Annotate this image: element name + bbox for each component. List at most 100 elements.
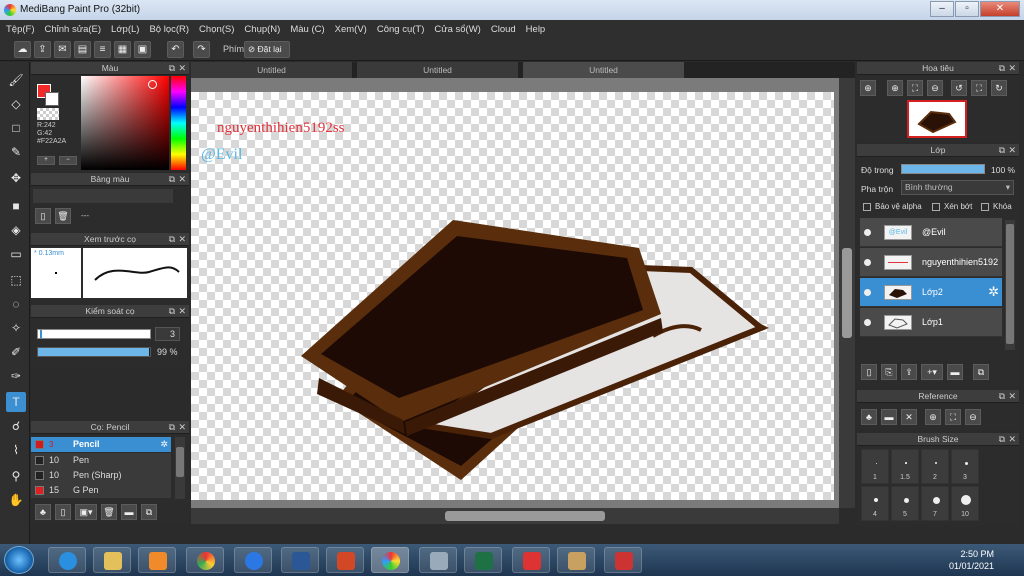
navigator-thumbnail[interactable]: [907, 100, 967, 138]
menu-color[interactable]: Màu (C): [290, 24, 324, 35]
horizontal-scroll-thumb[interactable]: [445, 511, 605, 521]
undock-icon[interactable]: ⧉: [169, 305, 175, 317]
close-reference-icon[interactable]: ✕: [901, 409, 917, 425]
folder-icon[interactable]: ▬: [121, 504, 137, 520]
undock-icon[interactable]: ⧉: [999, 390, 1005, 402]
tab-document-1[interactable]: Untitled: [191, 62, 353, 78]
zoom-in-icon[interactable]: ⊕: [887, 80, 903, 96]
rotate-right-icon[interactable]: ↻: [991, 80, 1007, 96]
select-eraser-tool-icon[interactable]: ✑: [6, 366, 26, 386]
menu-filter[interactable]: Bộ lọc(R): [149, 24, 189, 35]
cloud-icon[interactable]: ☁: [14, 41, 31, 58]
undo-icon[interactable]: ↶: [167, 41, 184, 58]
reset-button[interactable]: ⊘ Đặt lại: [244, 41, 290, 58]
select-rect-tool-icon[interactable]: ⬚: [6, 270, 26, 290]
frame-icon[interactable]: ▣: [134, 41, 151, 58]
excel-taskbar-icon[interactable]: [464, 547, 502, 573]
layer-row-selected[interactable]: Lớp2 ✲: [860, 278, 1002, 307]
menu-view[interactable]: Xem(V): [335, 24, 367, 35]
new-layer-copy-icon[interactable]: ⎘: [881, 364, 897, 380]
word-taskbar-icon[interactable]: [281, 547, 319, 573]
layer-visibility-icon[interactable]: [864, 259, 871, 266]
hue-slider[interactable]: [171, 76, 186, 170]
lasso-tool-icon[interactable]: ◌: [6, 294, 26, 314]
panel-close-icon[interactable]: ✕: [1008, 144, 1016, 156]
redo-icon[interactable]: ↷: [193, 41, 210, 58]
menu-help[interactable]: Help: [526, 24, 546, 35]
panel-close-icon[interactable]: ✕: [1008, 62, 1016, 74]
canvas-vertical-scrollbar[interactable]: [839, 78, 855, 508]
fill-rect-tool-icon[interactable]: ■: [6, 196, 26, 216]
background-color-swatch[interactable]: [45, 92, 59, 106]
protect-alpha-checkbox[interactable]: [863, 203, 871, 211]
brush-size-cell[interactable]: 10: [951, 486, 979, 521]
eyedropper-tool-icon[interactable]: ⚲: [6, 466, 26, 486]
brush-size-cell[interactable]: 4: [861, 486, 889, 521]
brush-item[interactable]: 10 Pen: [31, 453, 171, 468]
brush-size-input[interactable]: 3: [155, 327, 180, 341]
open-folder-icon[interactable]: ▬: [881, 409, 897, 425]
layer-row[interactable]: @Evil @Evil: [860, 218, 1002, 247]
text-tool-icon[interactable]: T: [6, 392, 26, 412]
layer-row[interactable]: nguyenthihien5192: [860, 248, 1002, 277]
magic-wand-tool-icon[interactable]: ✧: [6, 318, 26, 338]
brush-item[interactable]: 3 Pencil ✲: [31, 437, 171, 452]
brush-item[interactable]: 15 G Pen: [31, 483, 171, 498]
brush-item[interactable]: 10 Pen (Sharp): [31, 468, 171, 483]
panel-close-icon[interactable]: ✕: [1008, 433, 1016, 445]
app-taskbar-icon[interactable]: [512, 547, 550, 573]
zoom-out-icon[interactable]: ⊖: [927, 80, 943, 96]
maximize-button[interactable]: ▫: [955, 1, 979, 17]
panel-close-icon[interactable]: ✕: [178, 305, 186, 317]
zoom-out-icon[interactable]: ⊖: [965, 409, 981, 425]
undock-icon[interactable]: ⧉: [169, 62, 175, 74]
system-clock[interactable]: 2:50 PM 01/01/2021: [949, 548, 994, 572]
transparent-swatch[interactable]: [37, 108, 59, 120]
gradient-tool-icon[interactable]: ▭: [6, 244, 26, 264]
speaker-taskbar-icon[interactable]: [604, 547, 642, 573]
brush-size-cell[interactable]: 3: [951, 449, 979, 484]
brush-menu-icon[interactable]: ▣▾: [75, 504, 97, 520]
gear-icon[interactable]: ✲: [988, 284, 999, 300]
close-button[interactable]: ✕: [980, 1, 1020, 17]
drawing-canvas[interactable]: nguyenthihien5192ss @Evil: [191, 92, 834, 500]
tab-document-3[interactable]: Untitled: [523, 62, 685, 78]
panel-close-icon[interactable]: ✕: [178, 233, 186, 245]
color-sv-picker[interactable]: [81, 76, 169, 170]
brush-opacity-slider[interactable]: [37, 347, 151, 357]
zoom-in-icon[interactable]: ⊕: [860, 80, 876, 96]
color-remove-button[interactable]: −: [59, 156, 77, 165]
new-layer-icon[interactable]: ▯: [861, 364, 877, 380]
pen-tool-icon[interactable]: ✎: [6, 142, 26, 162]
panel-close-icon[interactable]: ✕: [178, 173, 186, 185]
reset-view-icon[interactable]: ⛶: [971, 80, 987, 96]
menu-cloud[interactable]: Cloud: [491, 24, 516, 35]
layer-row[interactable]: Lớp1: [860, 308, 1002, 337]
panel-close-icon[interactable]: ✕: [178, 62, 186, 74]
layer-visibility-icon[interactable]: [864, 289, 871, 296]
fit-icon[interactable]: ⛶: [945, 409, 961, 425]
brush-size-cell[interactable]: 1: [861, 449, 889, 484]
reference-cloud-icon[interactable]: ♣: [861, 409, 877, 425]
select-pen-tool-icon[interactable]: ✐: [6, 342, 26, 362]
chat-icon[interactable]: ✉: [54, 41, 71, 58]
rotate-left-icon[interactable]: ↺: [951, 80, 967, 96]
undock-icon[interactable]: ⧉: [169, 233, 175, 245]
canvas-horizontal-scrollbar[interactable]: [191, 508, 839, 524]
start-button[interactable]: [4, 546, 34, 574]
comment-icon[interactable]: ▤: [74, 41, 91, 58]
delete-palette-icon[interactable]: 🗑: [55, 208, 71, 224]
dropper-tool-icon[interactable]: ⌇: [6, 440, 26, 460]
paint-taskbar-icon[interactable]: [557, 547, 595, 573]
list-icon[interactable]: ≡: [94, 41, 111, 58]
gear-icon[interactable]: ✲: [160, 437, 168, 452]
menu-window[interactable]: Cửa sổ(W): [434, 24, 480, 35]
add-brush-cloud-icon[interactable]: ♣: [35, 504, 51, 520]
duplicate-icon[interactable]: ⧉: [973, 364, 989, 380]
menu-file[interactable]: Tệp(F): [6, 24, 35, 35]
panel-close-icon[interactable]: ✕: [1008, 390, 1016, 402]
layer-visibility-icon[interactable]: [864, 229, 871, 236]
powerpoint-taskbar-icon[interactable]: [326, 547, 364, 573]
undock-icon[interactable]: ⧉: [999, 144, 1005, 156]
new-palette-icon[interactable]: ▯: [35, 208, 51, 224]
